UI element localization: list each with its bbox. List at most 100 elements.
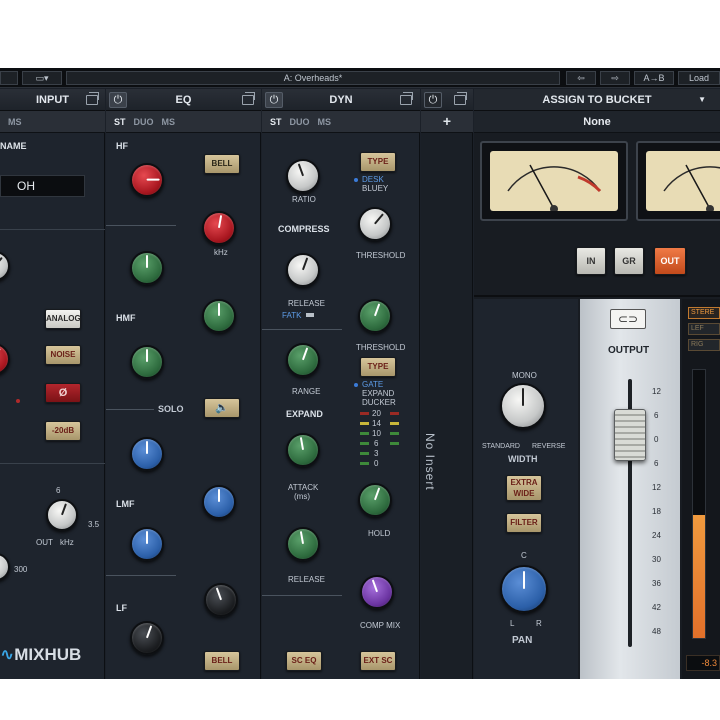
fader-scale-mark: 12 (652, 387, 661, 396)
right-meter-tab[interactable]: RIG (688, 339, 720, 351)
ratio-knob[interactable] (286, 159, 320, 193)
pad-20db-button[interactable]: -20dB (45, 421, 81, 441)
hf-frequency-knob[interactable] (202, 211, 236, 245)
mode-ms[interactable]: MS (8, 117, 22, 127)
release-label: RELEASE (288, 575, 325, 584)
window-icon[interactable] (86, 92, 99, 105)
filter-button[interactable]: FILTER (506, 513, 542, 533)
mode-st[interactable]: ST (114, 117, 126, 127)
chevron-down-icon: ▼ (698, 95, 706, 104)
gate-threshold-knob[interactable] (358, 299, 392, 333)
output-level-meter (692, 369, 706, 639)
input-mode-bar: MS (0, 111, 105, 133)
hmf-frequency-knob[interactable] (202, 299, 236, 333)
insert-slot[interactable]: No Insert (421, 133, 473, 679)
left-meter-tab[interactable]: LEF (688, 323, 720, 335)
lpf-frequency-knob[interactable] (0, 553, 10, 581)
mono-label: MONO (512, 371, 537, 380)
channel-name-field[interactable]: OH (0, 175, 85, 197)
extra-wide-button[interactable]: EXTRA WIDE (506, 475, 542, 501)
hf-bell-button[interactable]: BELL (204, 154, 240, 174)
previous-preset-button[interactable]: ⇦ (566, 71, 596, 85)
standard-label: STANDARD (482, 443, 520, 450)
lmf-gain-knob[interactable] (130, 437, 164, 471)
output-fader-handle[interactable] (614, 409, 646, 461)
insert-label-holder: No Insert (423, 433, 437, 553)
eq-power-button[interactable]: ⏻ (109, 92, 127, 108)
lf-frequency-knob[interactable] (204, 583, 238, 617)
meter-in-button[interactable]: IN (576, 247, 606, 275)
sidechain-eq-button[interactable]: SC EQ (286, 651, 322, 671)
range-knob[interactable] (286, 343, 320, 377)
insert-add-button[interactable]: + (421, 111, 473, 133)
output-label: OUTPUT (608, 345, 650, 356)
noise-button[interactable]: NOISE (45, 345, 81, 365)
comp-type-button[interactable]: TYPE (360, 152, 396, 172)
hpf-frequency-knob[interactable] (46, 499, 78, 531)
fader-scale-mark: 36 (652, 579, 661, 588)
hmf-q-knob[interactable] (130, 251, 164, 285)
comp-mix-knob[interactable] (360, 575, 394, 609)
solo-button[interactable]: 🔈 (204, 398, 240, 418)
fatk-led[interactable] (306, 313, 314, 317)
plugin-window: ▭▾ A: Overheads* ⇦ ⇨ A→B Load INPUT MS N… (0, 68, 720, 679)
window-icon[interactable] (400, 92, 413, 105)
lf-gain-knob[interactable] (130, 621, 164, 655)
meter-gr-button[interactable]: GR (614, 247, 644, 275)
link-button[interactable]: ⊂⊃ (610, 309, 646, 329)
lmf-frequency-knob[interactable] (202, 485, 236, 519)
lmf-q-knob[interactable] (130, 527, 164, 561)
insert-power-button[interactable]: ⏻ (424, 92, 442, 108)
meter-out-button[interactable]: OUT (654, 247, 686, 275)
window-icon[interactable] (242, 92, 255, 105)
assign-bucket-dropdown[interactable]: ASSIGN TO BUCKET ▼ (474, 89, 720, 111)
comp-threshold-knob[interactable] (358, 207, 392, 241)
stereo-meter-tab[interactable]: STERE (688, 307, 720, 319)
scale-label: 6 (56, 486, 61, 495)
phase-invert-button[interactable]: Ø (45, 383, 81, 403)
mode-duo[interactable]: DUO (290, 117, 310, 127)
hf-gain-knob[interactable] (130, 163, 164, 197)
analog-button[interactable]: ANALOG (45, 309, 81, 329)
mode-duo[interactable]: DUO (134, 117, 154, 127)
hold-label: HOLD (368, 529, 391, 538)
toolbar-left-button[interactable] (0, 71, 18, 85)
next-preset-button[interactable]: ⇨ (600, 71, 630, 85)
toolbar-menu-button[interactable]: ▭▾ (22, 71, 62, 85)
gate-led (354, 383, 358, 387)
load-button[interactable]: Load (678, 71, 720, 85)
input-gain-knob[interactable] (0, 251, 10, 281)
mode-ms[interactable]: MS (318, 117, 332, 127)
bucket-value-field[interactable]: None (474, 111, 720, 133)
gr-scale: 10 (372, 429, 381, 438)
khz-label: kHz (60, 538, 74, 547)
gate-type-button[interactable]: TYPE (360, 357, 396, 377)
pan-knob[interactable] (500, 565, 548, 613)
lf-bell-button[interactable]: BELL (204, 651, 240, 671)
dyn-title: DYN (329, 94, 353, 106)
mode-ms[interactable]: MS (162, 117, 176, 127)
hold-knob[interactable] (358, 483, 392, 517)
comp-release-knob[interactable] (286, 253, 320, 287)
hmf-gain-knob[interactable] (130, 345, 164, 379)
eq-title: EQ (175, 94, 192, 106)
input-trim-knob[interactable] (0, 343, 10, 375)
gr-led (360, 442, 369, 445)
mode-st[interactable]: ST (270, 117, 282, 127)
width-knob[interactable] (500, 383, 546, 429)
fader-scale-mark: 0 (654, 435, 659, 444)
release-label: RELEASE (288, 299, 325, 308)
ab-compare-button[interactable]: A→B (634, 71, 674, 85)
dyn-power-button[interactable]: ⏻ (265, 92, 283, 108)
preset-name-field[interactable]: A: Overheads* (66, 71, 560, 85)
divider (262, 329, 342, 330)
gate-release-knob[interactable] (286, 527, 320, 561)
window-icon[interactable] (454, 92, 467, 105)
fader-scale-mark: 42 (652, 603, 661, 612)
range-label: RANGE (292, 387, 321, 396)
gr-scale: 20 (372, 409, 381, 418)
external-sidechain-button[interactable]: EXT SC (360, 651, 396, 671)
pan-center-label: C (521, 551, 527, 560)
reverse-label: REVERSE (532, 443, 566, 450)
attack-knob[interactable] (286, 433, 320, 467)
